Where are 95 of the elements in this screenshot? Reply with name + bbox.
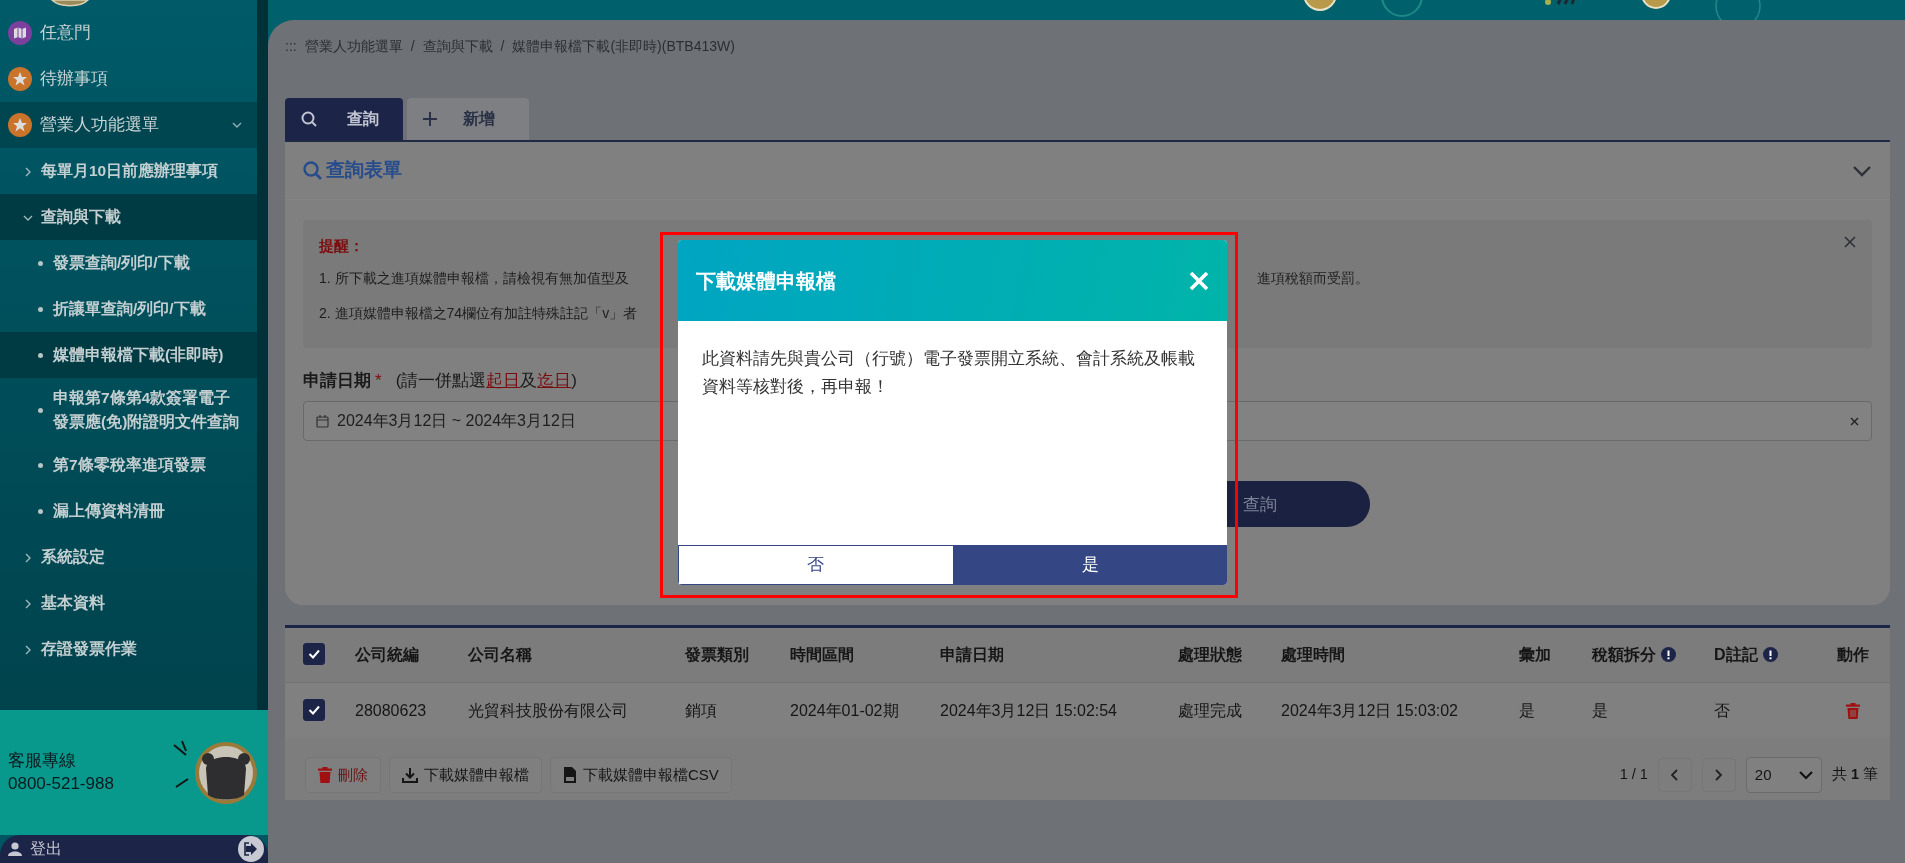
column-header: 彙加 xyxy=(1519,646,1551,663)
confirm-button[interactable]: 是 xyxy=(953,545,1227,585)
sidebar-item[interactable]: 基本資料 xyxy=(0,580,258,627)
breadcrumb-current: 媒體申報檔下載(非即時)(BTB413W) xyxy=(512,36,735,56)
tab[interactable]: 新增 xyxy=(407,98,529,140)
cancel-button[interactable]: 否 xyxy=(678,545,954,585)
user-icon xyxy=(8,842,22,856)
column-header: 稅額拆分 xyxy=(1592,646,1656,663)
search-icon xyxy=(303,161,322,180)
bullet-icon xyxy=(38,508,43,514)
table-cell: 2024年3月12日 15:03:02 xyxy=(1281,701,1458,719)
table-cell: 否 xyxy=(1714,701,1730,719)
column-header: 申請日期 xyxy=(940,646,1004,663)
chevron-down-icon xyxy=(1798,770,1813,780)
breadcrumb-link[interactable]: 營業人功能選單 xyxy=(304,35,403,57)
panel-title: 查詢表單 xyxy=(326,158,402,183)
trash-icon xyxy=(318,767,332,784)
sidebar-item[interactable]: 發票查詢/列印/下載 xyxy=(0,240,258,286)
download-icon xyxy=(402,767,418,783)
sidebar-item[interactable]: 折讓單查詢/列印/下載 xyxy=(0,286,258,332)
file-icon xyxy=(563,767,577,784)
checkbox[interactable] xyxy=(303,643,325,665)
sidebar-item[interactable]: 每單月10日前應辦理事項 xyxy=(0,148,258,194)
sidebar-item[interactable]: 查詢與下載 xyxy=(0,194,258,240)
breadcrumb-separator: / xyxy=(500,36,505,56)
tab[interactable]: 查詢 xyxy=(285,98,403,140)
page-indicator: 1 / 1 xyxy=(1619,765,1648,785)
column-header: D註記 xyxy=(1714,646,1758,663)
logout-link[interactable]: 登出 xyxy=(30,837,62,861)
calendar-icon xyxy=(316,414,329,428)
checkbox[interactable] xyxy=(303,698,325,721)
bullet-icon xyxy=(38,260,43,266)
table-cell: 處理完成 xyxy=(1178,701,1242,719)
reminder-text: 1. 所下載之進項媒體申報檔，請檢視有無加值型及 xyxy=(319,268,629,288)
field-hint: (請一併點選起日及迄日) xyxy=(395,370,577,390)
sidebar-item[interactable]: 媒體申報檔下載(非即時) xyxy=(0,332,258,378)
sidebar-item[interactable]: 漏上傳資料清冊 xyxy=(0,488,258,535)
table-cell: 2024年01-02期 xyxy=(790,701,899,719)
chevron-left-icon xyxy=(1670,769,1680,782)
reminder-text: 2. 進項媒體申報檔之74欄位有加註特殊註記「v」者 xyxy=(319,303,638,323)
table-cell: 光貿科技股份有限公司 xyxy=(468,701,628,719)
breadcrumb-link[interactable]: 查詢與下載 xyxy=(422,35,493,57)
table-cell: 28080623 xyxy=(355,701,427,719)
breadcrumb-marker: ::: xyxy=(285,36,297,56)
table-cell: 2024年3月12日 15:02:54 xyxy=(940,701,1117,719)
column-header: 公司統編 xyxy=(355,646,419,663)
bullet-icon xyxy=(38,462,43,468)
reminder-title: 提醒： xyxy=(319,237,365,256)
download-button[interactable]: 下載媒體申報檔CSV xyxy=(550,757,732,794)
bullet-icon xyxy=(38,306,43,312)
previous-page-button[interactable] xyxy=(1657,758,1692,793)
bullet-icon xyxy=(38,407,43,413)
table-cell: 銷項 xyxy=(685,701,717,719)
info-icon[interactable] xyxy=(1661,647,1676,662)
logout-icon[interactable] xyxy=(238,836,264,862)
hotline-label: 客服專線 xyxy=(8,750,77,773)
chevron-down-icon[interactable] xyxy=(1852,163,1872,178)
check-icon xyxy=(308,648,320,660)
check-icon xyxy=(308,703,320,716)
sidebar-item[interactable]: 系統設定 xyxy=(0,534,258,581)
sidebar-item[interactable]: 待辦事項 xyxy=(0,56,258,102)
plus-icon xyxy=(423,112,437,126)
modal-message: 此資料請先與貴公司（行號）電子發票開立系統、會計系統及帳載資料等核對後，再申報！ xyxy=(702,349,1195,397)
column-header: 發票類別 xyxy=(685,646,749,663)
column-header: 處理狀態 xyxy=(1178,646,1242,663)
next-page-button[interactable] xyxy=(1701,758,1736,793)
breadcrumb-separator: / xyxy=(410,36,415,56)
column-header: 處理時間 xyxy=(1281,646,1345,663)
download-button[interactable]: 下載媒體申報檔 xyxy=(389,757,542,794)
sidebar-item[interactable]: 存證發票作業 xyxy=(0,626,258,673)
chevron-right-icon xyxy=(1714,769,1724,782)
phone-number[interactable]: 0800-521-988 xyxy=(8,772,114,795)
scrollbar[interactable] xyxy=(257,0,268,710)
clear-icon[interactable] xyxy=(1850,416,1859,426)
trash-icon[interactable] xyxy=(1846,703,1860,720)
delete-button[interactable]: 刪除 xyxy=(305,757,381,794)
sidebar-item[interactable]: 申報第7條第4款簽署電子發票應(免)附證明文件查詢 xyxy=(0,378,258,443)
reminder-text: 進項稅額而受罰。 xyxy=(1257,268,1369,288)
column-header: 動作 xyxy=(1837,646,1869,663)
field-label: 申請日期 xyxy=(303,370,371,390)
info-icon[interactable] xyxy=(1762,647,1778,662)
close-icon[interactable] xyxy=(1844,236,1856,248)
total-count: 共 1 筆 xyxy=(1831,765,1878,785)
table-cell: 是 xyxy=(1519,701,1535,719)
modal-title: 下載媒體申報檔 xyxy=(696,268,836,294)
table-cell: 是 xyxy=(1592,701,1608,719)
required-mark: * xyxy=(375,370,382,390)
sidebar-item[interactable]: 營業人功能選單 xyxy=(0,102,258,148)
sidebar-item[interactable]: 任意門 xyxy=(0,10,258,56)
column-header: 時間區間 xyxy=(790,646,854,663)
search-icon xyxy=(301,111,317,127)
bullet-icon xyxy=(38,352,43,358)
column-header: 公司名稱 xyxy=(468,646,532,663)
sidebar-item[interactable]: 第7條零稅率進項發票 xyxy=(0,442,258,489)
page-size-select[interactable]: 20 xyxy=(1745,757,1822,794)
